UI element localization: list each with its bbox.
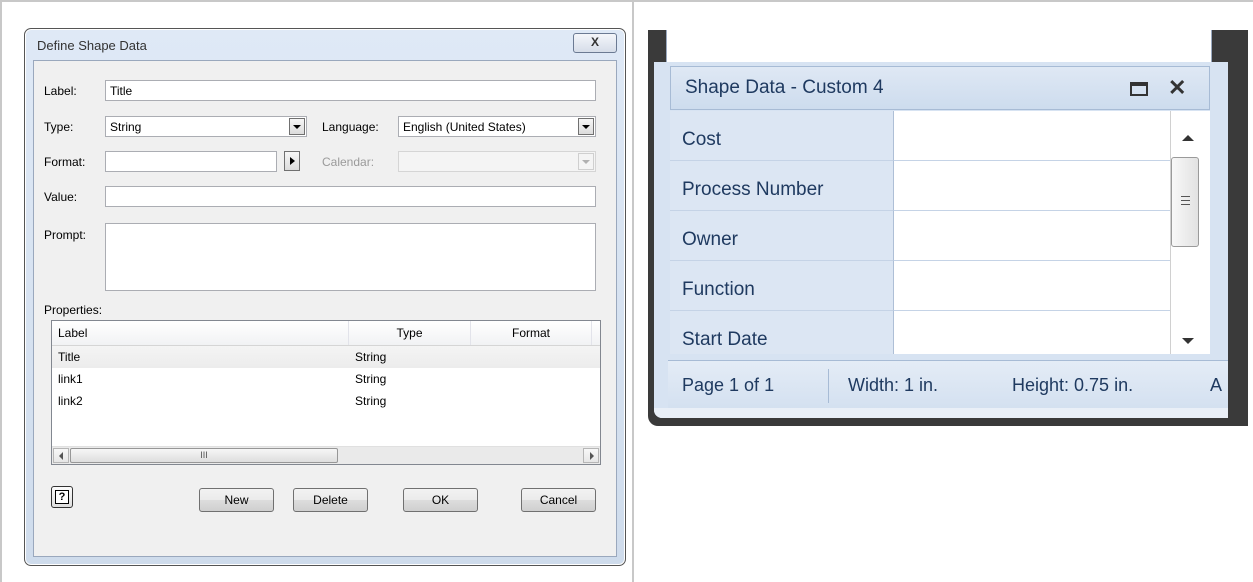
label-input[interactable]: Title <box>105 80 596 101</box>
list-item[interactable]: Start Date <box>670 311 1170 354</box>
chevron-down-icon[interactable] <box>1182 338 1194 344</box>
properties-list[interactable]: Label Type Format Title String link1 Str… <box>51 320 601 465</box>
property-name: Process Number <box>670 161 894 211</box>
frame-top-border <box>0 0 1253 2</box>
prompt-textarea[interactable] <box>105 223 596 291</box>
table-row[interactable]: Title String <box>52 346 600 368</box>
properties-caption: Properties: <box>44 303 103 317</box>
panel-bottom-edge <box>654 408 1228 418</box>
column-header-format[interactable]: Format <box>471 321 592 345</box>
property-name: Start Date <box>670 311 894 354</box>
status-bar: Page 1 of 1 Width: 1 in. Height: 0.75 in… <box>668 360 1228 410</box>
property-value[interactable] <box>894 311 1170 354</box>
property-name: Function <box>670 261 894 311</box>
shape-data-title: Shape Data - Custom 4 <box>685 77 884 98</box>
status-width[interactable]: Width: 1 in. <box>848 375 938 396</box>
dialog-title: Define Shape Data <box>37 38 147 53</box>
value-caption: Value: <box>44 190 78 204</box>
frame-divider <box>632 0 634 582</box>
property-value[interactable] <box>894 111 1170 161</box>
format-picker-button[interactable] <box>284 151 300 171</box>
chevron-down-icon[interactable] <box>578 153 594 170</box>
list-item[interactable]: Owner <box>670 211 1170 261</box>
property-value[interactable] <box>894 261 1170 311</box>
language-select-value: English (United States) <box>403 120 526 134</box>
prompt-caption: Prompt: <box>44 228 87 242</box>
chevron-up-icon[interactable] <box>1182 135 1194 141</box>
row-type: String <box>355 394 387 408</box>
table-row[interactable]: link1 String <box>52 368 600 390</box>
maximize-icon[interactable] <box>1130 82 1148 96</box>
status-height[interactable]: Height: 0.75 in. <box>1012 375 1133 396</box>
close-icon[interactable]: ✕ <box>1168 75 1186 101</box>
list-item[interactable]: Cost <box>670 111 1170 161</box>
arrow-right-icon <box>290 157 295 165</box>
cancel-button[interactable]: Cancel <box>521 488 596 512</box>
chevron-down-icon[interactable] <box>578 118 594 135</box>
format-caption: Format: <box>44 155 86 169</box>
language-select[interactable]: English (United States) <box>398 116 596 137</box>
shape-data-header: Shape Data - Custom 4 ✕ <box>670 66 1210 110</box>
shape-data-grid: Cost Process Number Owner Function Start… <box>670 111 1170 354</box>
delete-button[interactable]: Delete <box>293 488 368 512</box>
calendar-caption: Calendar: <box>322 155 375 169</box>
properties-list-header: Label Type Format <box>52 321 600 346</box>
scroll-thumb[interactable] <box>1171 157 1199 247</box>
status-separator <box>828 369 829 403</box>
calendar-select[interactable] <box>398 151 596 172</box>
status-more: A <box>1210 375 1223 395</box>
row-type: String <box>355 350 387 364</box>
scroll-right-button[interactable] <box>583 448 599 463</box>
type-select-value: String <box>110 120 142 134</box>
language-caption: Language: <box>322 120 379 134</box>
chevron-left-icon <box>59 452 63 460</box>
horizontal-scrollbar[interactable]: III <box>52 446 600 464</box>
vertical-scrollbar[interactable] <box>1170 111 1210 354</box>
help-icon: ? <box>55 490 69 504</box>
property-value[interactable] <box>894 211 1170 261</box>
row-label: link1 <box>58 372 83 386</box>
new-button[interactable]: New <box>199 488 274 512</box>
column-header-label[interactable]: Label <box>52 321 349 345</box>
type-caption: Type: <box>44 120 74 134</box>
grip-icon <box>1181 196 1190 197</box>
property-name: Owner <box>670 211 894 261</box>
format-input[interactable] <box>105 151 277 172</box>
label-caption: Label: <box>44 84 77 98</box>
scroll-left-button[interactable] <box>53 448 69 463</box>
help-button[interactable]: ? <box>51 486 73 508</box>
row-label: Title <box>58 350 81 364</box>
scroll-thumb[interactable]: III <box>70 448 338 463</box>
close-icon: X <box>590 35 599 49</box>
dialog-body: Label: Title Type: String Language: Engl… <box>33 60 617 557</box>
table-row[interactable]: link2 String <box>52 390 600 412</box>
close-button[interactable]: X <box>573 33 617 53</box>
property-value[interactable] <box>894 161 1170 211</box>
column-header-type[interactable]: Type <box>349 321 471 345</box>
define-shape-data-dialog: Define Shape Data X Label: Title Type: S… <box>24 28 626 566</box>
row-type: String <box>355 372 387 386</box>
document-window-edge <box>666 30 1212 63</box>
list-item[interactable]: Function <box>670 261 1170 311</box>
type-select[interactable]: String <box>105 116 307 137</box>
status-page[interactable]: Page 1 of 1 <box>682 375 774 396</box>
ok-button[interactable]: OK <box>403 488 478 512</box>
chevron-right-icon <box>590 452 594 460</box>
row-label: link2 <box>58 394 83 408</box>
value-input[interactable] <box>105 186 596 207</box>
chevron-down-icon[interactable] <box>289 118 305 135</box>
list-item[interactable]: Process Number <box>670 161 1170 211</box>
property-name: Cost <box>670 111 894 161</box>
frame-left-border <box>0 0 2 582</box>
